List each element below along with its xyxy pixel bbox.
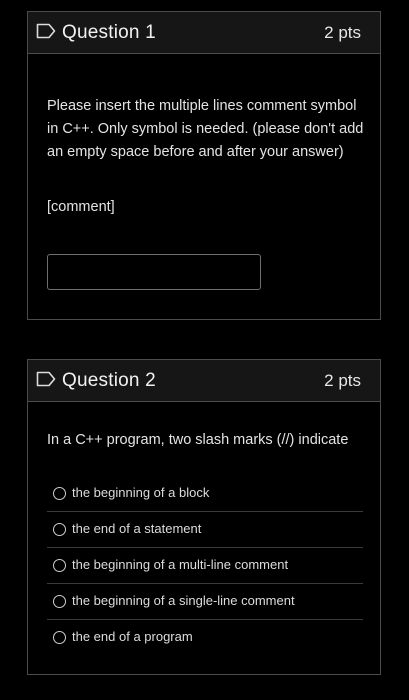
radio-button[interactable] bbox=[53, 523, 66, 536]
radio-button[interactable] bbox=[53, 595, 66, 608]
flag-outline-icon[interactable] bbox=[36, 371, 56, 387]
option-label[interactable]: the end of a program bbox=[72, 629, 193, 644]
radio-button[interactable] bbox=[53, 631, 66, 644]
question-points: 2 pts bbox=[324, 23, 361, 42]
radio-button[interactable] bbox=[53, 559, 66, 572]
question-prompt: Please insert the multiple lines comment… bbox=[47, 98, 364, 160]
option-label[interactable]: the beginning of a block bbox=[72, 485, 209, 500]
answer-option[interactable]: the end of a program bbox=[47, 620, 363, 656]
question-title: Question 1 bbox=[62, 22, 156, 43]
question-prompt: In a C++ program, two slash marks (//) i… bbox=[47, 432, 349, 448]
answer-tag-label: [comment] bbox=[47, 199, 115, 215]
question-card-1: Question 1 2 pts Please insert the multi… bbox=[27, 11, 381, 320]
option-label[interactable]: the end of a statement bbox=[72, 521, 201, 536]
question-header: Question 2 2 pts bbox=[28, 360, 380, 402]
answer-option[interactable]: the end of a statement bbox=[47, 512, 363, 548]
answer-input[interactable] bbox=[47, 254, 261, 290]
answer-options: the beginning of a block the end of a st… bbox=[47, 476, 363, 656]
option-label[interactable]: the beginning of a single-line comment bbox=[72, 593, 295, 608]
question-title: Question 2 bbox=[62, 370, 156, 391]
question-points: 2 pts bbox=[324, 371, 361, 390]
answer-option[interactable]: the beginning of a block bbox=[47, 476, 363, 512]
flag-outline-icon[interactable] bbox=[36, 23, 56, 39]
option-label[interactable]: the beginning of a multi-line comment bbox=[72, 557, 288, 572]
question-header: Question 1 2 pts bbox=[28, 12, 380, 54]
answer-option[interactable]: the beginning of a multi-line comment bbox=[47, 548, 363, 584]
answer-option[interactable]: the beginning of a single-line comment bbox=[47, 584, 363, 620]
question-card-2: Question 2 2 pts In a C++ program, two s… bbox=[27, 359, 381, 675]
radio-button[interactable] bbox=[53, 487, 66, 500]
